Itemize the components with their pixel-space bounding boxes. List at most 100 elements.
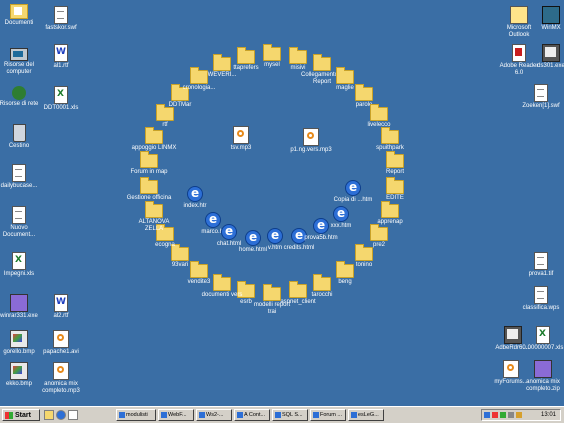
desktop-icon[interactable]: classifica.wps [518, 286, 564, 312]
desktop-icon-label: fastskor.swf [45, 25, 77, 31]
desktop-icon[interactable]: p1.ng.vers.mp3 [288, 128, 334, 154]
desktop-icon[interactable]: index.htr [172, 186, 218, 210]
desktop-icon[interactable]: al1.rtf [38, 44, 84, 70]
tray-app-icon[interactable] [516, 412, 522, 418]
desktop-icon-label: vendite3 [187, 279, 211, 285]
desktop-icon-label: cronologia... [182, 85, 216, 91]
desktop-icon-label: gorello.bmp [3, 349, 35, 355]
taskbar-window-button[interactable]: modulisti [116, 409, 156, 421]
desktop-icon-label: 93vari [171, 262, 189, 268]
window-app-icon [119, 412, 125, 418]
folder-icon [355, 244, 373, 261]
desktop-icon[interactable]: fastskor.swf [38, 6, 84, 32]
desktop-icon[interactable]: dailybucase... [0, 164, 42, 190]
desktop-icon[interactable]: papache1.avi [38, 330, 84, 356]
desktop-icon[interactable]: xxx.htm [318, 206, 364, 230]
start-button[interactable]: Start [2, 409, 40, 421]
window-app-icon [351, 412, 357, 418]
desktop-icon[interactable]: Forum in map [126, 151, 172, 176]
desktop-icon-label: Documenti [4, 20, 34, 26]
taskbar: Start modulisti WebF... Ws2-... A Cont... SQ… [0, 406, 564, 423]
desktop-icon[interactable]: Gestione officina [126, 177, 172, 202]
recycle-bin-icon [12, 124, 26, 142]
desktop-icon[interactable]: Documenti [0, 4, 42, 27]
taskbar-window-label: esLeG... [358, 412, 379, 418]
desktop-icon[interactable]: apprenap [367, 201, 413, 226]
desktop-icon-label: Copia di ...htm [333, 197, 373, 203]
desktop-icon[interactable]: Risorse del computer [0, 48, 42, 76]
taskbar-window-button[interactable]: A Cont... [234, 409, 270, 421]
volume-tray-icon[interactable] [508, 412, 514, 418]
internet-explorer-icon[interactable] [56, 410, 66, 420]
desktop-icon[interactable]: ttaprefers [223, 47, 269, 72]
desktop-icon[interactable]: DDT0001.xls [38, 86, 84, 112]
folder-icon [370, 104, 388, 121]
folder-icon [145, 127, 163, 144]
taskbar-window-button[interactable]: WebF... [158, 409, 194, 421]
desktop-icon-label: documenti vers [201, 292, 243, 298]
media-file-icon [503, 360, 519, 378]
desktop-icon-label: WEVERI... [207, 72, 237, 78]
desktop-icon-label: Risorse di rete [0, 101, 39, 107]
app-tray-icon[interactable] [500, 412, 506, 418]
desktop-icon[interactable]: Risorse di rete [0, 86, 42, 108]
taskbar-window-button[interactable]: Ws2-... [196, 409, 232, 421]
show-desktop-icon[interactable] [44, 410, 54, 420]
taskbar-window-label: A Cont... [244, 412, 266, 418]
network-tray-icon[interactable] [484, 412, 490, 418]
desktop-icon[interactable]: Copia di ...htm [330, 180, 376, 204]
desktop-icon[interactable]: gorello.bmp [0, 330, 42, 356]
desktop-icon-label: papache1.avi [43, 349, 79, 355]
taskbar-window-button[interactable]: SQL S... [272, 409, 308, 421]
image-file-icon [534, 252, 548, 270]
window-app-icon [161, 412, 167, 418]
taskbar-window-button[interactable]: Forum ... [310, 409, 346, 421]
word-doc-icon [54, 294, 68, 312]
desktop-icon-label: winrar331.exe [0, 313, 38, 319]
desktop-icon[interactable]: prova1.tif [518, 252, 564, 278]
desktop-icon[interactable]: anomica mix completo.mp3 [38, 362, 84, 395]
desktop-icon[interactable]: spuithpark [367, 127, 413, 152]
desktop-icon-label: WinMX [541, 25, 561, 31]
desktop-icon[interactable]: winrar331.exe [0, 294, 42, 320]
desktop-icon[interactable]: ...00000007.xls [520, 326, 564, 352]
desktop-icon[interactable]: appoggio LINMX [131, 127, 177, 152]
desktop-icon[interactable]: Cestino [0, 124, 42, 150]
desktop-icon[interactable]: anomica mix completo.zip [520, 360, 564, 393]
desktop-icon[interactable]: Impegni.xls [0, 252, 42, 278]
desktop-icon-label: classifica.wps [522, 305, 560, 311]
desktop-icon[interactable]: EDITE [372, 177, 418, 202]
window-app-icon [313, 412, 319, 418]
text-file-icon [12, 206, 26, 224]
desktop-icon-label: ALTANOVA ZELLA [138, 219, 170, 232]
desktop-icon[interactable]: Report [372, 151, 418, 176]
desktop-icon[interactable]: WinMX [528, 6, 564, 32]
folder-icon [386, 177, 404, 194]
excel-icon [54, 86, 68, 104]
desktop-icon-label: ...00000007.xls [522, 345, 564, 351]
taskbar-window-label: Ws2-... [206, 412, 224, 418]
desktop-icon[interactable]: livelecco [356, 104, 402, 129]
desktop-icon[interactable]: al2.rtf [38, 294, 84, 320]
desktop-icon-label: rtf [162, 122, 168, 128]
desktop-icon[interactable]: ds301.exe [528, 44, 564, 70]
pdf-icon [512, 44, 526, 62]
desktop-icon[interactable]: Nuovo Document... [0, 206, 42, 239]
desktop-icon-label: DDT0001.xls [43, 105, 79, 111]
system-tray: 13:01 [481, 409, 561, 421]
antivirus-tray-icon[interactable] [492, 412, 498, 418]
bitmap-icon [10, 330, 28, 348]
clock[interactable]: 13:01 [541, 412, 556, 418]
desktop-icon[interactable]: Zoeken[1].swf [518, 84, 564, 110]
winrar-icon [10, 294, 28, 312]
desktop-icon-label: Forum in map [130, 169, 168, 175]
taskbar-window-button[interactable]: esLeG... [348, 409, 384, 421]
desktop-icon[interactable]: ekko.bmp [0, 362, 42, 388]
desktop-icon[interactable]: ALTANOVA ZELLA [131, 201, 177, 233]
folder-icon [370, 224, 388, 241]
outlook-express-icon[interactable] [68, 410, 78, 420]
media-file-icon [233, 126, 249, 144]
desktop-icon-label: tsv.mp3 [230, 145, 252, 151]
desktop-icon-label: ekko.bmp [5, 381, 32, 387]
desktop-icon[interactable]: tsv.mp3 [218, 126, 264, 152]
